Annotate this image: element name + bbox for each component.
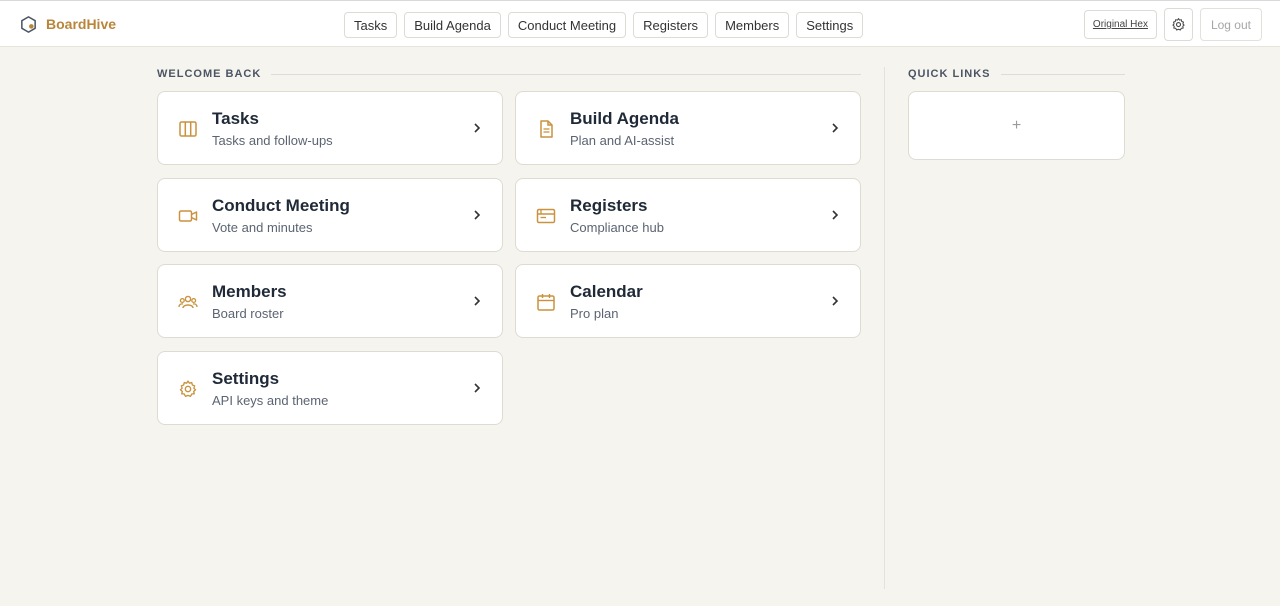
top-navbar: BoardHive Tasks Build Agenda Conduct Mee… (0, 0, 1280, 47)
card-title: Tasks (212, 109, 259, 128)
card-title: Members (212, 282, 287, 301)
nav-settings[interactable]: Settings (796, 12, 864, 38)
card-subtitle: Plan and AI-assist (570, 133, 675, 148)
nav-members[interactable]: Members (715, 12, 790, 38)
card-subtitle: Compliance hub (570, 220, 664, 235)
nav-conduct-meeting[interactable]: Conduct Meeting (507, 12, 627, 38)
card-subtitle: Board roster (212, 306, 284, 321)
video-icon (178, 206, 198, 226)
nav-registers[interactable]: Registers (633, 12, 709, 38)
chevron-right-icon (474, 210, 481, 220)
card-subtitle: Tasks and follow-ups (212, 133, 333, 148)
users-icon (178, 292, 198, 312)
card-title: Calendar (570, 282, 643, 301)
quick-links-heading: QUICK LINKS (908, 68, 1125, 80)
gear-icon (1172, 18, 1185, 31)
quick-links-heading-rule (1000, 73, 1125, 75)
chevron-right-icon (474, 123, 481, 133)
welcome-heading: WELCOME BACK (157, 68, 861, 80)
card-title: Settings (212, 369, 280, 388)
card-build-agenda[interactable]: Build Agenda Plan and AI-assist (515, 91, 861, 165)
card-registers[interactable]: Registers Compliance hub (515, 178, 861, 252)
card-settings[interactable]: Settings API keys and theme (157, 351, 503, 425)
chevron-right-icon (474, 383, 481, 393)
card-members[interactable]: Members Board roster (157, 264, 503, 338)
settings-button[interactable] (1163, 8, 1193, 41)
nav-build-agenda[interactable]: Build Agenda (404, 12, 501, 38)
quick-links-heading-text: QUICK LINKS (908, 68, 991, 80)
calendar-icon (536, 292, 556, 312)
main-nav: Tasks Build Agenda Conduct Meeting Regis… (344, 12, 864, 38)
folder-icon (536, 206, 556, 226)
card-tasks[interactable]: Tasks Tasks and follow-ups (157, 91, 503, 165)
columns-icon (178, 119, 198, 139)
nav-tasks[interactable]: Tasks (344, 12, 398, 38)
plus-icon: + (1011, 116, 1022, 134)
original-hex-button[interactable]: Original Hex (1083, 10, 1157, 39)
card-subtitle: Vote and minutes (212, 220, 313, 235)
card-title: Conduct Meeting (212, 196, 350, 215)
add-quick-link-button[interactable]: + (908, 91, 1125, 160)
brand-logo[interactable]: BoardHive (19, 14, 116, 34)
gear-icon (178, 379, 198, 399)
card-conduct-meeting[interactable]: Conduct Meeting Vote and minutes (157, 178, 503, 252)
chevron-right-icon (832, 296, 839, 306)
brand-name: BoardHive (46, 16, 117, 32)
card-calendar[interactable]: Calendar Pro plan (515, 264, 861, 338)
header-tools: Original Hex Log out (1083, 8, 1262, 41)
hexagon-icon (21, 15, 36, 33)
welcome-heading-rule (271, 73, 861, 75)
welcome-heading-text: WELCOME BACK (157, 68, 262, 80)
card-subtitle: API keys and theme (212, 393, 329, 408)
chevron-right-icon (832, 210, 839, 220)
logout-button[interactable]: Log out (1199, 8, 1262, 41)
card-title: Registers (570, 196, 648, 215)
chevron-right-icon (832, 123, 839, 133)
chevron-right-icon (474, 296, 481, 306)
document-icon (536, 119, 556, 139)
card-title: Build Agenda (570, 109, 679, 128)
card-subtitle: Pro plan (570, 306, 619, 321)
column-divider (884, 67, 885, 589)
